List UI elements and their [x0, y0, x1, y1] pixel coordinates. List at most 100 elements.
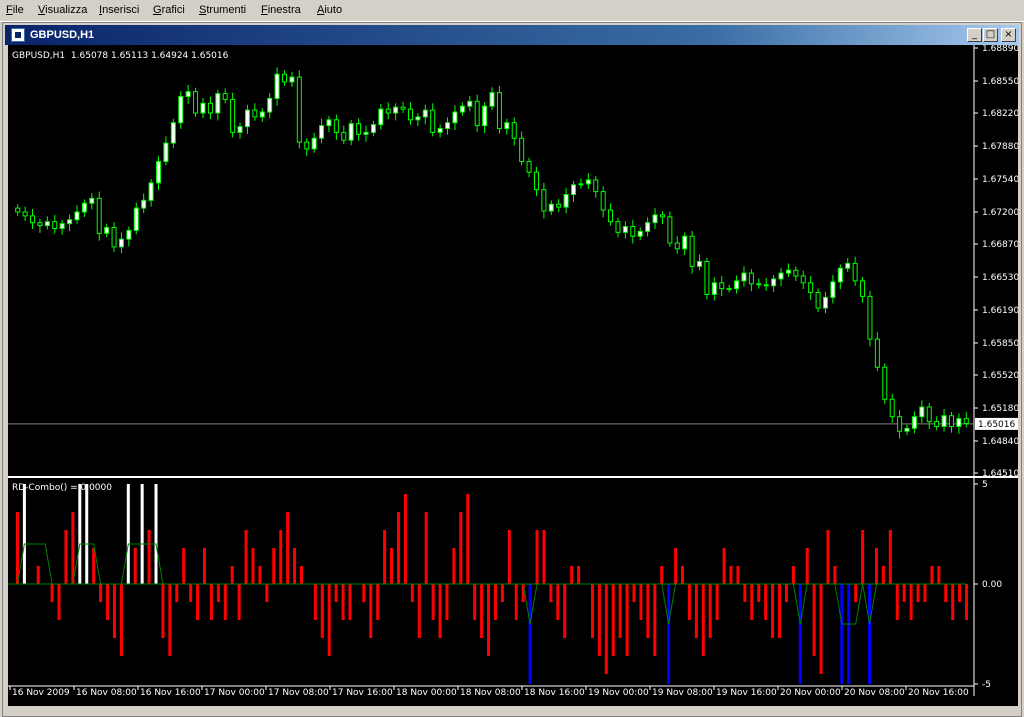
candle-body: [59, 223, 65, 229]
candle-body: [200, 102, 206, 114]
candle-body: [259, 111, 265, 118]
candle-body: [548, 203, 554, 212]
histogram-bar: [92, 548, 96, 584]
histogram-bar: [417, 584, 421, 638]
histogram-bar: [168, 584, 172, 656]
price-tick-label: 1.65520: [982, 371, 1018, 381]
candle-body: [504, 122, 510, 130]
candle-body: [363, 131, 369, 135]
price-tick-label: 1.68890: [982, 45, 1018, 54]
candle-body: [74, 211, 80, 221]
histogram-bar: [514, 584, 518, 620]
histogram-bar: [203, 548, 207, 584]
histogram-bar: [570, 566, 574, 584]
candle-body: [808, 282, 814, 294]
price-panel[interactable]: 1.68890 1.68550 1.68220 1.67880 1.67540 1.672…: [8, 44, 1019, 479]
candle-body: [156, 161, 162, 184]
price-tick-label: 1.68550: [982, 77, 1018, 87]
menu-grafici[interactable]: Grafici: [153, 4, 185, 16]
candle-body: [326, 119, 332, 127]
candle-body: [178, 96, 184, 124]
histogram-bar: [175, 584, 179, 602]
chart-window-icon[interactable]: [11, 28, 25, 42]
indicator-chart[interactable]: 5 0.00 -5 16 Nov 2009 16 Nov 08:00 16 Nov 16:…: [8, 478, 1018, 698]
chart-ohlc: 1.65078 1.65113 1.64924 1.65016: [70, 51, 229, 61]
price-tick-label: 1.66870: [982, 240, 1018, 250]
histogram-bar: [632, 584, 636, 602]
maximize-button[interactable]: □: [983, 28, 998, 42]
candle-body: [370, 124, 376, 133]
price-tick-label: 1.64840: [982, 437, 1018, 447]
candle-body: [111, 227, 117, 248]
indicator-panel[interactable]: 5 0.00 -5 16 Nov 2009 16 Nov 08:00 16 Nov 16:…: [8, 478, 1018, 698]
candle-body: [874, 338, 880, 368]
histogram-bar: [812, 584, 816, 656]
histogram-bar: [944, 584, 948, 602]
histogram-bar: [327, 584, 331, 656]
histogram-bar: [771, 584, 775, 638]
menu-visualizza[interactable]: Visualizza: [38, 4, 87, 16]
menu-file[interactable]: File: [6, 4, 24, 16]
close-button[interactable]: ×: [1001, 28, 1016, 42]
candle-body: [222, 93, 228, 100]
candle-body: [526, 161, 532, 173]
candle-body: [407, 108, 413, 121]
histogram-bar: [736, 566, 740, 584]
candle-body: [296, 76, 302, 143]
histogram-bar: [708, 584, 712, 638]
candle-body: [163, 142, 169, 163]
menu-aiuto[interactable]: Aiuto: [317, 4, 342, 16]
candle-body: [682, 235, 688, 250]
histogram-bar: [383, 530, 387, 584]
candle-body: [919, 406, 925, 418]
histogram-bar: [369, 584, 373, 638]
signal-bar: [868, 584, 872, 684]
menu-strumenti[interactable]: Strumenti: [199, 4, 246, 16]
candle-body: [593, 179, 599, 193]
candle-body: [437, 128, 443, 133]
chart-area[interactable]: 1.68890 1.68550 1.68220 1.67880 1.67540 1.672…: [8, 44, 1019, 706]
candle-body: [422, 109, 428, 118]
time-tick-label: 16 Nov 2009: [12, 688, 70, 696]
time-tick-label: 18 Nov 16:00: [524, 688, 585, 696]
histogram-bar: [106, 584, 110, 620]
menu-inserisci[interactable]: Inserisci: [99, 4, 139, 16]
candle-body: [489, 92, 495, 107]
price-tick-label: 1.65850: [982, 339, 1018, 349]
histogram-bar: [251, 548, 255, 584]
chart-window-titlebar[interactable]: GBPUSD,H1 _ □ ×: [5, 25, 1019, 45]
candle-body: [30, 215, 36, 224]
candle-body: [578, 183, 584, 186]
indicator-label: RD-Combo() = 0.0000: [12, 483, 112, 493]
candle-body: [170, 122, 176, 144]
histogram-bar: [861, 530, 865, 584]
price-tick-label: 1.67880: [982, 142, 1018, 152]
candle-body: [319, 125, 325, 139]
indicator-tick-label: 0.00: [982, 580, 1002, 590]
candle-body: [185, 91, 191, 98]
candle-body: [615, 221, 621, 233]
minimize-button[interactable]: _: [967, 28, 982, 42]
candle-body: [911, 416, 917, 429]
time-tick-label: 17 Nov 16:00: [332, 688, 393, 696]
candle-body: [689, 235, 695, 267]
candle-body: [81, 202, 87, 213]
histogram-bar: [902, 584, 906, 602]
histogram-bar: [937, 566, 941, 584]
time-tick-label: 20 Nov 00:00: [780, 688, 841, 696]
histogram-bar: [874, 548, 878, 584]
histogram-bar: [646, 584, 650, 638]
candle-body: [474, 100, 480, 127]
histogram-bar: [348, 584, 352, 620]
price-chart[interactable]: 1.68890 1.68550 1.68220 1.67880 1.67540 1.672…: [8, 44, 1019, 479]
histogram-bar: [611, 584, 615, 656]
candle-body: [704, 260, 710, 295]
candle-body: [267, 97, 273, 113]
candle-body: [726, 288, 732, 291]
menu-finestra[interactable]: Finestra: [261, 4, 301, 16]
histogram-bar: [819, 584, 823, 674]
menu-bar: File Visualizza Inserisci Grafici Strumenti F…: [0, 0, 1024, 22]
candle-body: [756, 283, 762, 286]
indicator-tick-label: 5: [982, 480, 988, 490]
chart-symbol: GBPUSD,H1: [12, 51, 66, 61]
